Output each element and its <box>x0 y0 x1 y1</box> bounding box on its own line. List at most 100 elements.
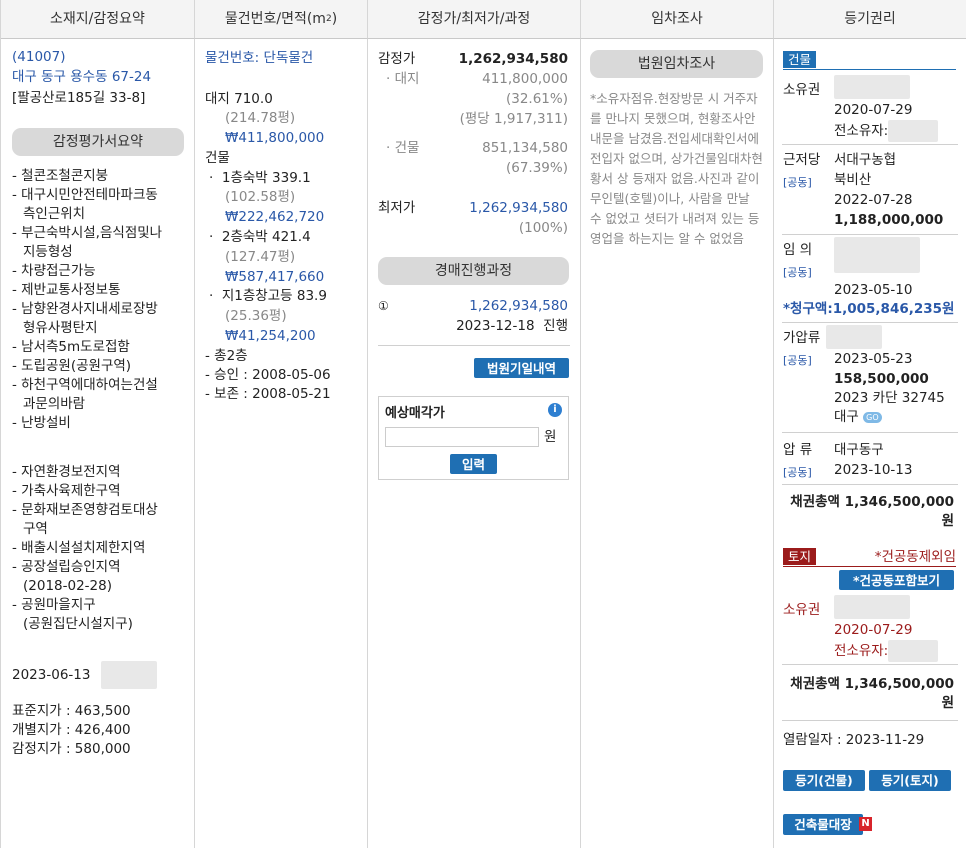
appraisal-summary-button[interactable]: 감정평가서요약 <box>12 128 184 156</box>
floor-b1-name: · 지1층창고등 83.9 <box>209 288 327 304</box>
land-ownership-date: 2020-07-29 <box>834 622 913 638</box>
summary-line: 측인근위치 <box>23 206 86 222</box>
floor-name-text: 2층숙박 421.4 <box>221 229 311 245</box>
item-column: 물건번호: 단독물건 대지 710.0 (214.78평) ₩411,800,0… <box>195 39 368 848</box>
appraisal-label: 감정가 <box>378 51 416 67</box>
divider <box>782 484 958 485</box>
common-excluded-note: *건공동제외임 <box>874 549 956 565</box>
minimum-percent: (100%) <box>518 220 568 236</box>
floor-2-name: · 2층숙박 421.4 <box>209 229 311 245</box>
summary-line: 구역 <box>23 521 48 537</box>
floor-1-pyeong: (102.58평) <box>225 189 296 205</box>
summary-list-1: - 철콘조철콘지붕 - 대구시민안전테마파크동 측인근위치 - 부근숙박시설,음… <box>12 167 162 433</box>
land-pyeong: (214.78평) <box>225 110 296 126</box>
summary-line: - 공원마을지구 <box>12 597 96 613</box>
summary-line: - 가축사육제한구역 <box>12 483 121 499</box>
divider <box>782 322 958 323</box>
round-1-icon: ① <box>378 299 389 313</box>
blurred-seizure-creditor <box>826 325 882 349</box>
land-previous-owner-label: 전소유자: <box>834 643 889 659</box>
mortgage-branch: 북비산 <box>834 172 872 188</box>
note-preservation: - 보존 : 2008-05-21 <box>205 386 331 402</box>
common-tag: [공동] <box>783 176 812 189</box>
seizure-label: 압 류 <box>783 442 813 458</box>
item-number: 물건번호: 단독물건 <box>205 50 314 66</box>
enter-button[interactable]: 입력 <box>450 454 497 474</box>
tenant-survey-text: *소유자점유.현장방문 시 거주자를 만나지 못했으며, 현황조사안내문을 남겼… <box>590 91 763 246</box>
summary-line: - 공장설립승인지역 <box>12 559 121 575</box>
provisional-seizure-date: 2023-05-23 <box>834 351 913 367</box>
address: 대구 동구 용수동 67-24 <box>12 69 152 85</box>
individual-price: 개별지가 : 426,400 <box>12 722 131 738</box>
building-tag: 건물 <box>783 51 817 68</box>
floor-2-won: ₩587,417,660 <box>225 269 325 285</box>
header-location: 소재지/감정요약 <box>1 0 195 39</box>
location-column: (41007) 대구 동구 용수동 67-24 [팔공산로185길 33-8] … <box>1 39 195 848</box>
summary-line: - 배출시설설치제한지역 <box>12 540 146 556</box>
header-item: 물건번호/면적(m 2) <box>195 0 368 39</box>
round-value: 1,262,934,580 <box>469 298 568 314</box>
land-registry-header: 토지 *건공동제외임 <box>783 548 956 567</box>
auction-date: 2023-05-10 <box>834 282 913 298</box>
building-label: 건물 <box>205 150 230 166</box>
blurred-prev-owner <box>888 120 939 142</box>
floor-1-name: · 1층숙박 339.1 <box>209 170 311 186</box>
minimum-label: 최저가 <box>378 200 416 216</box>
land-area: 대지 710.0 <box>205 91 273 107</box>
divider <box>378 345 570 346</box>
summary-line: - 부근숙박시설,음식점및나 <box>12 225 163 241</box>
summary-line: 지등형성 <box>23 244 73 260</box>
note-floors: - 총2층 <box>205 348 248 364</box>
land-previous-owner: 전소유자: <box>834 640 939 662</box>
floor-b1-pyeong: (25.36평) <box>225 308 287 324</box>
land-tag: 토지 <box>783 548 817 565</box>
previous-owner-label: 전소유자: <box>834 123 889 139</box>
view-date: 열람일자 : 2023-11-29 <box>783 732 925 748</box>
court-schedule-button[interactable]: 법원기일내역 <box>474 358 569 378</box>
road-address: [팔공산로185길 33-8] <box>12 90 146 106</box>
summary-line: - 난방설비 <box>12 415 71 431</box>
summary-line: - 대구시민안전테마파크동 <box>12 187 158 203</box>
note-approval: - 승인 : 2008-05-06 <box>205 367 331 383</box>
round-date-status: 2023-12-18 진행 <box>456 317 568 336</box>
summary-line: - 남서측5m도로접함 <box>12 339 130 355</box>
blurred-land-owner <box>834 595 910 619</box>
ownership-label: 소유권 <box>783 82 821 98</box>
seizure-org: 대구동구 <box>834 442 884 458</box>
building-ledger-button[interactable]: 건축물대장 <box>783 814 863 835</box>
registry-land-button[interactable]: 등기(토지) <box>869 770 951 791</box>
appraised-land-price: 감정지가 : 580,000 <box>12 741 131 757</box>
land-percent: (32.61%) <box>505 91 568 107</box>
land-label: · 대지 <box>386 71 420 87</box>
divider <box>782 234 958 235</box>
divider <box>782 664 958 665</box>
auction-process-button[interactable]: 경매진행과정 <box>378 257 569 285</box>
include-common-button[interactable]: *건공동포함보기 <box>839 570 954 590</box>
appraisal-value: 1,262,934,580 <box>458 51 568 67</box>
floor-b1-won: ₩41,254,200 <box>225 328 316 344</box>
expected-price-input[interactable] <box>385 427 539 447</box>
expected-price-title: 예상매각가 <box>385 406 445 421</box>
auction-detail-table: 소재지/감정요약 물건번호/면적(m 2) 감정가/최저가/과정 임차조사 등기권… <box>0 0 966 848</box>
won-unit: 원 <box>544 429 557 445</box>
building-registry-header: 건물 <box>783 51 956 70</box>
court-name: 대구 GO <box>834 408 882 427</box>
divider <box>782 144 958 145</box>
seizure-date: 2023-10-13 <box>834 462 913 478</box>
summary-line: (2018-02-28) <box>23 578 112 594</box>
appraisal-date-text: 2023-06-13 <box>12 667 91 683</box>
mortgage-org: 서대구농협 <box>834 152 897 168</box>
summary-line: - 자연환경보전지역 <box>12 464 121 480</box>
header-appraisal: 감정가/최저가/과정 <box>368 0 581 39</box>
info-icon[interactable]: i <box>548 403 562 417</box>
round-date: 2023-12-18 <box>456 318 535 334</box>
go-button[interactable]: GO <box>863 411 882 423</box>
voluntary-auction-label: 임 의 <box>783 242 813 258</box>
registry-building-button[interactable]: 등기(건물) <box>783 770 865 791</box>
summary-line: - 도립공원(공원구역) <box>12 358 132 374</box>
header-registry: 등기권리 <box>774 0 966 39</box>
appraisal-date: 2023-06-13 <box>12 661 157 689</box>
zip-code: (41007) <box>12 49 66 65</box>
land-prices: 표준지가 : 463,500 개별지가 : 426,400 감정지가 : 580… <box>12 702 131 759</box>
court-tenant-survey-button[interactable]: 법원임차조사 <box>590 50 763 78</box>
